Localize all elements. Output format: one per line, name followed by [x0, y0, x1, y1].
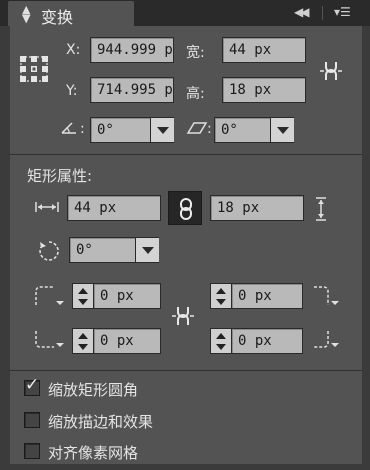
section-divider [10, 154, 362, 155]
corner-bl-field[interactable]: 0 px [93, 328, 161, 354]
toolbar-separator [322, 6, 323, 20]
link-icon [180, 198, 192, 220]
shear-angle-icon [186, 122, 208, 134]
double-chevron-left-icon[interactable]: ◀◀ [294, 5, 310, 19]
x-label: X: [66, 42, 81, 58]
corner-bottom-right-icon[interactable] [312, 329, 342, 351]
scale-corners-checkbox[interactable]: ✓ [24, 375, 40, 396]
link-corners-icon[interactable] [170, 303, 198, 329]
corner-br-stepper[interactable] [210, 328, 232, 354]
shear-colon: : [207, 121, 212, 137]
shear-angle-dropdown[interactable] [270, 118, 294, 142]
checkmark-icon: ✓ [25, 375, 40, 395]
y-position-field[interactable]: 714.995 px [90, 77, 174, 103]
rect-height-field[interactable]: 18 px [210, 195, 304, 221]
tab-title: 变换 [41, 8, 74, 27]
x-position-field[interactable]: 944.999 px [90, 37, 174, 63]
align-pixel-grid-checkbox[interactable] [24, 443, 40, 459]
rotate-angle-dropdown[interactable] [150, 118, 174, 142]
rect-width-field[interactable]: 44 px [67, 195, 161, 221]
corner-tr-stepper[interactable] [210, 283, 232, 309]
rect-props-heading: 矩形属性: [27, 167, 93, 185]
rotate-colon: : [80, 121, 85, 137]
height-field[interactable]: 18 px [222, 77, 306, 103]
scale-strokes-label: 缩放描边和效果 [48, 413, 154, 431]
corner-top-right-icon[interactable] [312, 285, 342, 307]
corner-tl-stepper[interactable] [72, 283, 94, 309]
panel-menu-icon[interactable]: ▾☰ [334, 5, 351, 19]
rect-width-icon [35, 202, 59, 212]
reference-point-icon[interactable] [19, 55, 51, 85]
corner-tl-field[interactable]: 0 px [93, 283, 161, 309]
rotate-angle-icon [61, 122, 76, 134]
scale-corners-label: 缩放矩形圆角 [48, 381, 139, 399]
corner-tr-field[interactable]: 0 px [231, 283, 303, 309]
rotation-icon [39, 241, 59, 261]
width-field[interactable]: 44 px [222, 37, 306, 63]
align-pixel-grid-label: 对齐像素网格 [48, 444, 139, 462]
rect-rotation-dropdown[interactable] [135, 238, 159, 262]
y-label: Y: [66, 83, 78, 99]
height-label: 高: [186, 86, 205, 102]
rect-height-icon [316, 197, 326, 221]
up-down-arrows-icon[interactable]: ▲ ▼ [22, 4, 30, 24]
link-dimensions-button[interactable] [168, 191, 202, 225]
width-label: 宽: [186, 45, 205, 61]
transform-tab[interactable]: ▲ ▼ 变换 [8, 1, 134, 27]
corner-br-field[interactable]: 0 px [231, 328, 303, 354]
constrain-proportions-icon[interactable] [318, 58, 346, 84]
corner-top-left-icon[interactable] [34, 285, 64, 307]
corner-bottom-left-icon[interactable] [34, 329, 64, 351]
section-divider-2 [10, 370, 362, 371]
corner-bl-stepper[interactable] [72, 328, 94, 354]
scale-strokes-checkbox[interactable] [24, 412, 40, 428]
